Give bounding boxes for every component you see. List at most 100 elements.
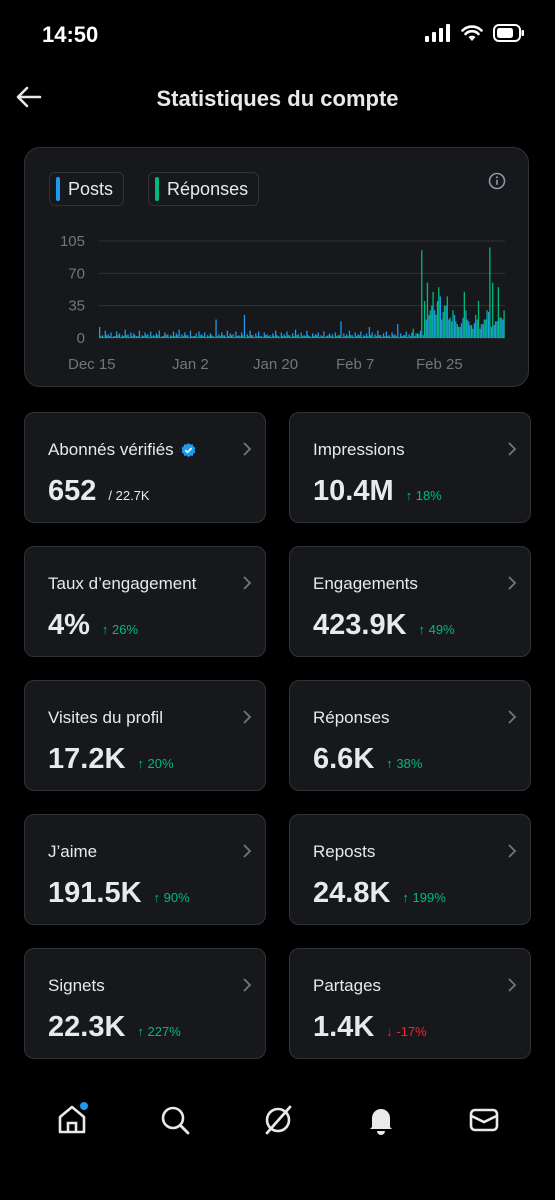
bar-posts (436, 301, 439, 338)
bar-replies (469, 325, 471, 338)
stat-card[interactable]: J’aime 191.5K ↑ 90% (24, 814, 266, 925)
bar-posts (309, 336, 311, 338)
bar-replies (137, 336, 139, 338)
bar-posts (167, 334, 169, 338)
stat-card[interactable]: Reposts 24.8K ↑ 199% (289, 814, 531, 925)
bar-posts (419, 330, 422, 338)
bar-posts (328, 333, 331, 338)
bar-replies (296, 335, 298, 338)
bar-posts (351, 335, 353, 338)
bar-posts (286, 331, 288, 338)
bar-posts (104, 330, 106, 338)
bar-posts (266, 334, 268, 338)
stat-card[interactable]: Engagements 423.9K ↑ 49% (289, 546, 531, 657)
stat-card[interactable]: Signets 22.3K ↑ 227% (24, 948, 266, 1059)
bar-replies (157, 335, 159, 338)
bar-posts (275, 330, 277, 338)
bar-posts (252, 335, 254, 338)
bar-posts (388, 335, 390, 338)
bar-replies (494, 321, 497, 338)
bar-posts (397, 324, 399, 338)
bar-posts (382, 333, 385, 338)
bar-replies (432, 291, 434, 338)
stat-card-label: J’aime (48, 842, 97, 862)
bar-posts (260, 336, 263, 338)
bar-posts (428, 314, 430, 338)
bar-replies (276, 335, 278, 338)
stat-card-label: Impressions (313, 440, 405, 460)
bar-replies (455, 321, 457, 338)
bar-replies (446, 296, 448, 338)
stat-card[interactable]: Abonnés vérifiés 652 / 22.7K (24, 412, 266, 523)
stat-card-label-text: J’aime (48, 842, 98, 861)
bar-posts (116, 331, 118, 338)
bar-posts (232, 334, 234, 338)
stat-card[interactable]: Partages 1.4K ↓ -17% (289, 948, 531, 1059)
nav-search[interactable] (155, 1100, 195, 1140)
bar-replies (182, 336, 184, 338)
stat-card[interactable]: Visites du profil 17.2K ↑ 20% (24, 680, 266, 791)
bar-posts (402, 335, 405, 338)
chevron-right-icon (243, 710, 252, 724)
stat-card-total: / 22.7K (108, 488, 150, 503)
bar-replies (330, 336, 332, 338)
bar-posts (493, 325, 495, 338)
bar-posts (238, 335, 240, 338)
bar-posts (229, 333, 231, 338)
bar-posts (195, 333, 197, 338)
bar-replies (409, 336, 412, 338)
bar-posts (158, 330, 160, 338)
bar-replies (159, 337, 162, 338)
bar-posts (124, 329, 126, 338)
bar-replies (142, 336, 145, 338)
x-tick-label: Dec 15 (68, 356, 116, 373)
bar-replies (304, 336, 306, 338)
nav-grok[interactable] (258, 1100, 298, 1140)
bar-replies (426, 282, 429, 338)
bar-replies (358, 335, 360, 338)
chevron-right-icon (508, 442, 517, 456)
bar-posts (323, 331, 325, 338)
bar-replies (341, 337, 343, 338)
stat-card-label-text: Abonnés vérifiés (48, 440, 174, 459)
bar-posts (431, 305, 433, 338)
bar-posts (99, 326, 101, 338)
stat-card-value: 24.8K (313, 877, 391, 909)
bar-replies (443, 305, 446, 338)
bar-replies (145, 335, 147, 338)
bar-replies (313, 336, 315, 338)
stat-card-value: 17.2K (48, 743, 126, 775)
stat-card[interactable]: Taux d’engagement 4% ↑ 26% (24, 546, 266, 657)
bar-replies (472, 328, 474, 338)
bar-posts (490, 326, 493, 338)
nav-notifications[interactable] (361, 1100, 401, 1140)
bar-posts (374, 334, 376, 338)
bar-replies (378, 335, 380, 338)
bar-replies (193, 336, 196, 338)
bar-replies (458, 326, 460, 338)
mail-icon (469, 1108, 498, 1132)
nav-home[interactable] (52, 1100, 92, 1140)
chevron-right-icon (243, 844, 252, 858)
bar-posts (283, 334, 285, 338)
stat-card-value: 1.4K (313, 1011, 375, 1043)
stat-card[interactable]: Impressions 10.4M ↑ 18% (289, 412, 531, 523)
bar-replies (162, 336, 165, 338)
bar-posts (306, 330, 308, 338)
bar-posts (152, 335, 155, 338)
bar-replies (327, 335, 329, 338)
bar-posts (161, 336, 163, 338)
bar-posts (380, 335, 382, 338)
bar-replies (245, 337, 247, 338)
nav-messages[interactable] (464, 1100, 504, 1140)
activity-chart: 105 70 35 0 Dec 15 Jan 2 Jan 20 Feb 7 Feb 25 (60, 233, 505, 373)
bar-posts (303, 335, 305, 338)
stat-card-label: Signets (48, 976, 105, 996)
stat-card-label-text: Reposts (313, 842, 376, 861)
bar-posts (218, 334, 220, 338)
bar-replies (117, 335, 119, 338)
bar-posts (448, 319, 450, 338)
stat-card[interactable]: Réponses 6.6K ↑ 38% (289, 680, 531, 791)
bar-posts (499, 317, 501, 338)
bar-replies (477, 301, 480, 338)
